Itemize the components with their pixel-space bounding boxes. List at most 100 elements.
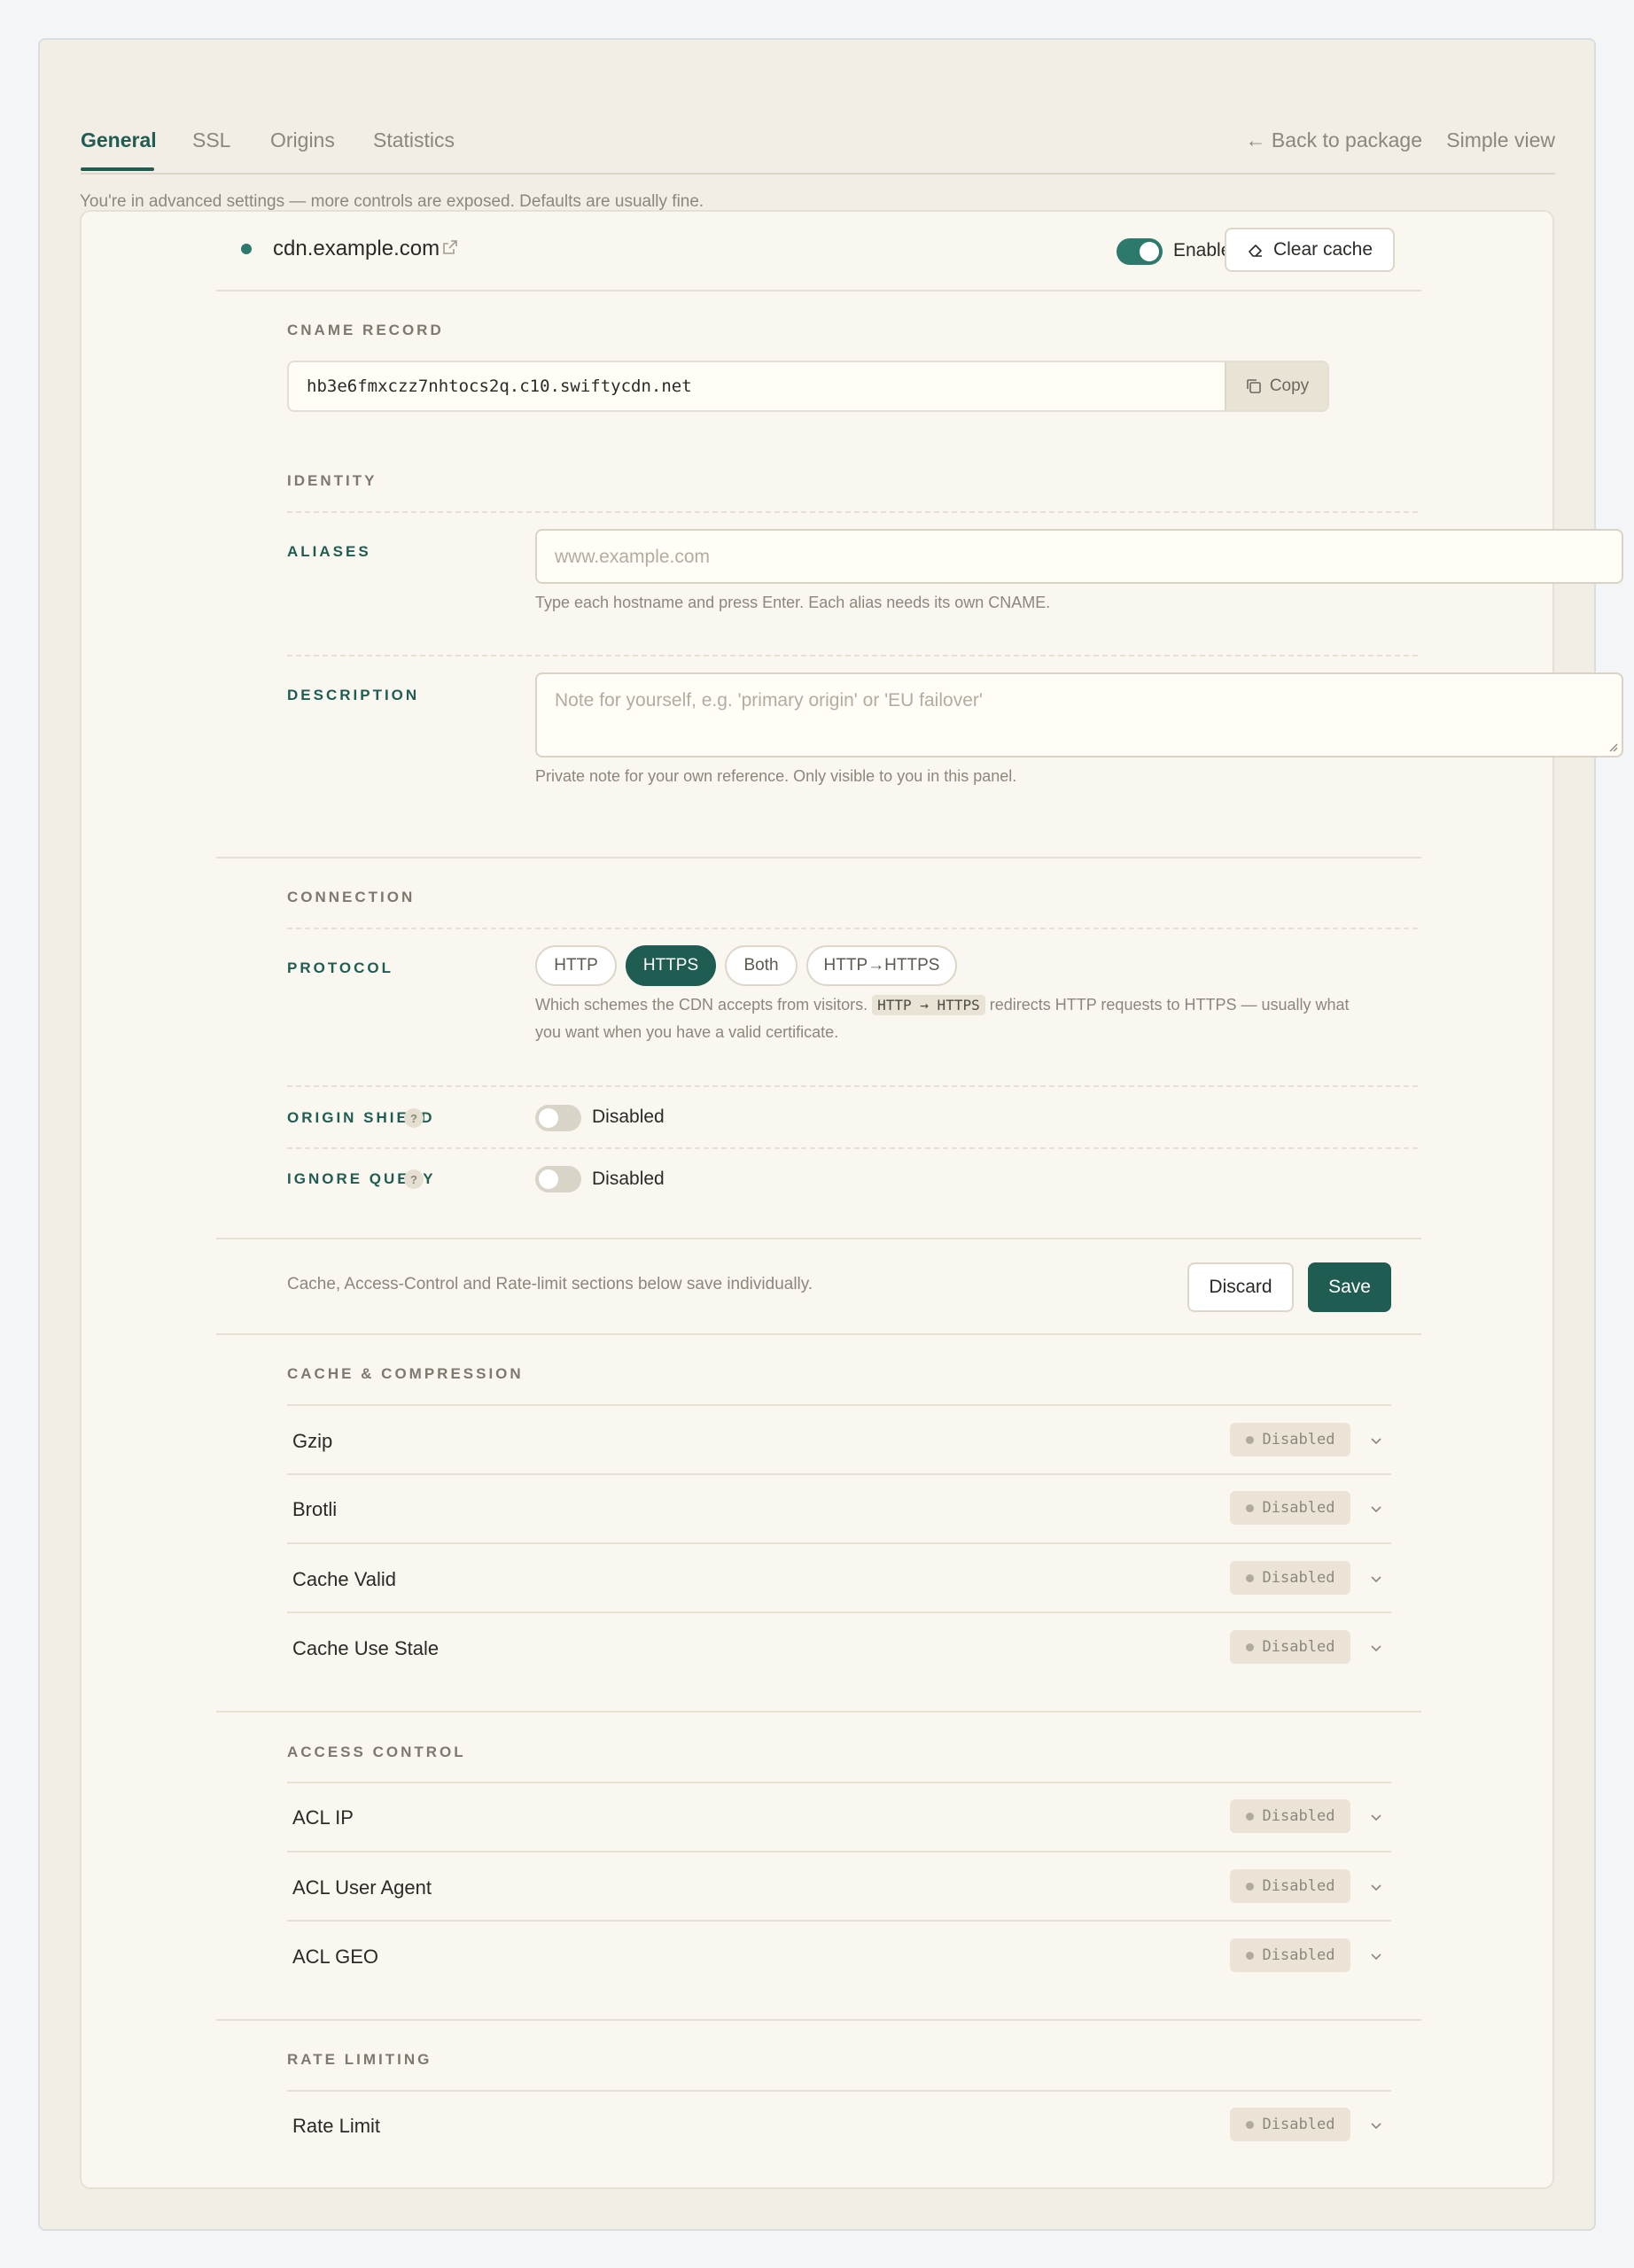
- status-badge: Disabled: [1230, 1491, 1350, 1525]
- row-label: Cache Valid: [292, 1568, 396, 1590]
- protocol-option-both[interactable]: Both: [725, 945, 798, 986]
- status-badge: Disabled: [1230, 1869, 1350, 1903]
- chevron-down-icon[interactable]: [1368, 1571, 1384, 1587]
- tab-general[interactable]: General: [81, 128, 157, 152]
- clear-cache-button[interactable]: Clear cache: [1225, 228, 1395, 272]
- description-help: Private note for your own reference. Onl…: [535, 767, 1017, 785]
- divider: [216, 2019, 1421, 2021]
- protocol-option-redirect[interactable]: HTTP→HTTPS: [806, 945, 957, 986]
- status-badge: Disabled: [1230, 1423, 1350, 1456]
- rate-section-label: RATE LIMITING: [287, 2051, 432, 2068]
- status-badge: Disabled: [1230, 1938, 1350, 1972]
- divider: [287, 1404, 1391, 1406]
- divider: [287, 1542, 1391, 1544]
- divider: [287, 655, 1418, 656]
- aliases-help: Type each hostname and press Enter. Each…: [535, 594, 1051, 611]
- help-icon[interactable]: ?: [404, 1169, 424, 1189]
- connection-section-label: CONNECTION: [287, 889, 416, 905]
- description-placeholder: Note for yourself, e.g. 'primary origin'…: [555, 690, 983, 711]
- help-icon[interactable]: ?: [404, 1108, 424, 1128]
- divider: [287, 1612, 1391, 1613]
- identity-section-label: IDENTITY: [287, 472, 377, 489]
- description-label: DESCRIPTION: [287, 687, 420, 703]
- save-note: Cache, Access-Control and Rate-limit sec…: [287, 1275, 813, 1293]
- chevron-down-icon[interactable]: [1368, 1879, 1384, 1895]
- protocol-help-text: Which schemes the CDN accepts from visit…: [535, 996, 868, 1014]
- copy-icon: [1247, 379, 1261, 393]
- chevron-down-icon[interactable]: [1368, 1948, 1384, 1964]
- active-tab-indicator: [81, 167, 154, 171]
- protocol-option-https[interactable]: HTTPS: [626, 945, 716, 986]
- divider: [287, 1851, 1391, 1852]
- row-label: ACL User Agent: [292, 1876, 432, 1899]
- resize-handle-icon[interactable]: [1607, 742, 1618, 752]
- resource-domain[interactable]: cdn.example.com: [273, 237, 440, 261]
- row-label: ACL IP: [292, 1806, 354, 1829]
- divider: [287, 2090, 1391, 2092]
- protocol-option-http[interactable]: HTTP: [535, 945, 617, 986]
- cname-value[interactable]: hb3e6fmxczz7nhtocs2q.c10.swiftycdn.net: [307, 377, 692, 396]
- status-badge: Disabled: [1230, 1630, 1350, 1664]
- access-section-label: ACCESS CONTROL: [287, 1744, 466, 1760]
- chevron-down-icon[interactable]: [1368, 1501, 1384, 1517]
- aliases-input[interactable]: www.example.com: [535, 529, 1623, 584]
- tab-origins[interactable]: Origins: [270, 128, 335, 152]
- status-badge: Disabled: [1230, 1799, 1350, 1833]
- divider: [287, 1147, 1418, 1149]
- ignore-query-state: Disabled: [592, 1169, 665, 1189]
- row-label: Rate Limit: [292, 2115, 381, 2137]
- origin-shield-toggle[interactable]: [535, 1105, 581, 1131]
- eraser-icon: [1249, 245, 1262, 257]
- row-label: ACL GEO: [292, 1946, 378, 1968]
- divider: [287, 1085, 1418, 1087]
- divider: [287, 1473, 1391, 1475]
- copy-button[interactable]: Copy: [1225, 362, 1327, 410]
- status-badge: Disabled: [1230, 1561, 1350, 1595]
- chevron-down-icon[interactable]: [1368, 1640, 1384, 1656]
- status-dot: [241, 244, 252, 254]
- divider: [287, 511, 1418, 513]
- row-label: Brotli: [292, 1498, 338, 1520]
- protocol-help-text: you want when you have a valid certifica…: [535, 1023, 839, 1041]
- row-label: Gzip: [292, 1430, 333, 1452]
- discard-button[interactable]: Discard: [1187, 1262, 1294, 1312]
- chevron-down-icon[interactable]: [1368, 2117, 1384, 2133]
- back-to-package-link[interactable]: ← Back to package: [1246, 128, 1422, 152]
- cache-section-label: CACHE & COMPRESSION: [287, 1365, 524, 1382]
- tab-bar: General SSL Origins Statistics ← Back to…: [81, 89, 1555, 175]
- divider: [216, 1711, 1421, 1713]
- clear-cache-label: Clear cache: [1272, 239, 1373, 260]
- row-label: Cache Use Stale: [292, 1637, 440, 1659]
- divider: [287, 1782, 1391, 1783]
- advanced-settings-note: You're in advanced settings — more contr…: [80, 192, 704, 211]
- origin-shield-state: Disabled: [592, 1107, 665, 1127]
- divider: [216, 857, 1421, 858]
- protocol-label: PROTOCOL: [287, 959, 394, 976]
- protocol-help-code: HTTP → HTTPS: [872, 995, 985, 1015]
- cname-field[interactable]: hb3e6fmxczz7nhtocs2q.c10.swiftycdn.net C…: [287, 361, 1329, 412]
- aliases-label: ALIASES: [287, 543, 371, 560]
- aliases-placeholder: www.example.com: [555, 547, 711, 567]
- external-link-icon[interactable]: [441, 238, 459, 256]
- chevron-down-icon[interactable]: [1368, 1433, 1384, 1449]
- settings-container: General SSL Origins Statistics ← Back to…: [38, 38, 1623, 2231]
- tab-statistics[interactable]: Statistics: [373, 128, 455, 152]
- divider: [287, 1920, 1391, 1922]
- divider: [216, 290, 1421, 291]
- copy-label: Copy: [1269, 377, 1310, 395]
- description-textarea[interactable]: Note for yourself, e.g. 'primary origin'…: [535, 672, 1623, 757]
- status-badge: Disabled: [1230, 2108, 1350, 2141]
- protocol-help: Which schemes the CDN accepts from visit…: [535, 991, 1430, 1045]
- enabled-toggle[interactable]: [1117, 238, 1163, 265]
- resource-panel: cdn.example.com Enabled Clear cache CNAM…: [80, 210, 1623, 2189]
- cname-section-label: CNAME RECORD: [287, 322, 444, 338]
- divider: [216, 1238, 1421, 1239]
- simple-view-link[interactable]: Simple view: [1446, 128, 1555, 152]
- save-button[interactable]: Save: [1308, 1262, 1391, 1312]
- ignore-query-toggle[interactable]: [535, 1166, 581, 1192]
- protocol-help-text: redirects HTTP requests to HTTPS — usual…: [989, 996, 1350, 1014]
- divider: [287, 928, 1418, 929]
- divider: [216, 1333, 1421, 1335]
- tab-ssl[interactable]: SSL: [192, 128, 230, 152]
- chevron-down-icon[interactable]: [1368, 1809, 1384, 1825]
